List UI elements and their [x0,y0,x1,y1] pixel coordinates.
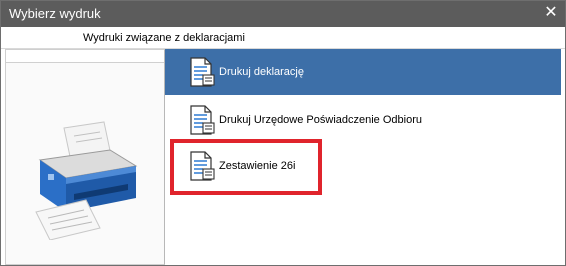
list-item-label: Drukuj Urzędowe Poświadczenie Odbioru [219,114,422,126]
tab-declaration-printouts[interactable]: Wydruki związane z deklaracjami [83,31,245,45]
title-bar[interactable]: Wybierz wydruk ✕ [1,1,565,27]
list-item-print-receipt-confirmation[interactable]: Drukuj Urzędowe Poświadczenie Odbioru [165,97,561,143]
document-icon [190,57,215,87]
printout-list: Drukuj deklarację Drukuj Urzędowe Poświa… [165,49,561,263]
tab-row: Wydruki związane z deklaracjami [1,28,565,49]
print-selection-window: Wybierz wydruk ✕ Wydruki związane z dekl… [0,0,566,266]
printer-icon [35,121,138,240]
close-button[interactable]: ✕ [541,3,561,23]
list-item-label: Drukuj deklarację [219,66,304,78]
list-item-label: Zestawienie 26i [219,160,296,172]
window-title: Wybierz wydruk [9,6,101,21]
list-item-print-declaration[interactable]: Drukuj deklarację [165,49,561,95]
list-item-statement-26i[interactable]: Zestawienie 26i [165,143,561,189]
document-icon [190,151,215,181]
illustration-panel [5,49,165,265]
panel-fold [6,50,164,63]
document-icon [190,105,215,135]
